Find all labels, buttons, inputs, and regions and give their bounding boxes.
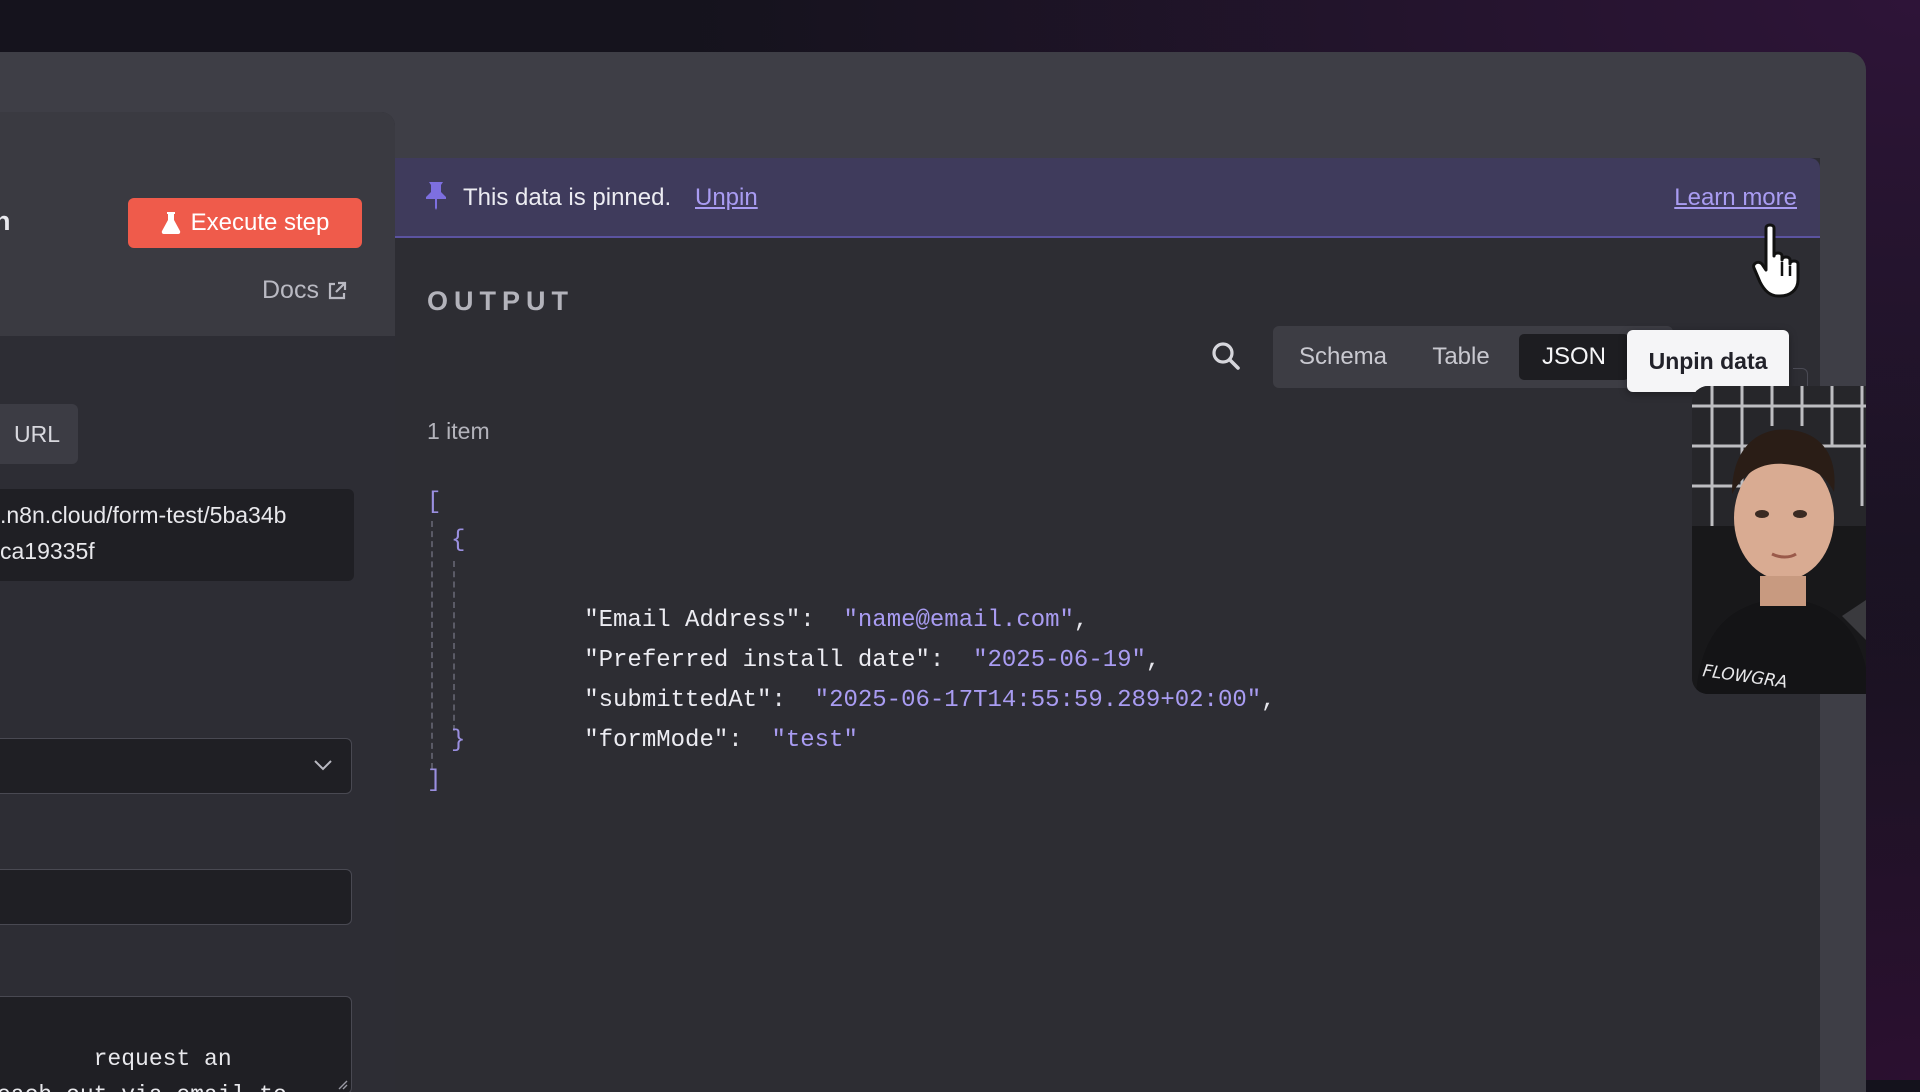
chevron-down-icon [314, 760, 332, 771]
json-value: "2025-06-17T14:55:59.289+02:00" [814, 687, 1262, 714]
indent-guide [453, 561, 455, 731]
json-field[interactable]: "Email Address": "name@email.com", [469, 561, 1088, 634]
tab-schema[interactable]: Schema [1283, 326, 1403, 388]
output-panel: This data is pinned. Unpin Learn more OU… [395, 158, 1820, 1092]
parameter-input[interactable] [0, 869, 352, 925]
output-title: OUTPUT [427, 286, 574, 316]
parameter-select[interactable] [0, 738, 352, 794]
json-field[interactable]: "Preferred install date": "2025-06-19", [469, 601, 1160, 674]
json-object-close: } [451, 727, 466, 754]
parameters-header: n Execute step Docs [0, 112, 395, 336]
json-field[interactable]: "submittedAt": "2025-06-17T14:55:59.289+… [469, 641, 1275, 714]
execute-step-button[interactable]: Execute step [128, 198, 362, 248]
pinned-data-banner: This data is pinned. Unpin Learn more [395, 158, 1820, 238]
indent-guide [431, 521, 433, 769]
json-key: "formMode" [584, 727, 729, 754]
json-object-open: { [451, 527, 466, 554]
test-url-tab[interactable]: URL [0, 404, 78, 464]
json-field[interactable]: "formMode": "test" [469, 681, 858, 754]
presenter-webcam: FLOWGRA [1692, 386, 1866, 694]
external-link-icon [328, 281, 347, 299]
node-title: n [0, 206, 11, 236]
unpin-link[interactable]: Unpin [695, 184, 758, 212]
execute-step-label: Execute step [190, 209, 330, 236]
output-view-toggle: Schema Table JSON [1273, 326, 1673, 388]
flask-icon [161, 212, 180, 234]
docs-label: Docs [262, 276, 319, 304]
pin-icon [426, 182, 446, 210]
description-textarea[interactable]: request an each out via email to [0, 996, 352, 1092]
tab-json[interactable]: JSON [1519, 334, 1629, 380]
pinned-message: This data is pinned. [463, 184, 672, 211]
unpin-data-tooltip: Unpin data [1627, 330, 1789, 392]
docs-link[interactable]: Docs [262, 276, 347, 305]
learn-more-link[interactable]: Learn more [1674, 184, 1797, 212]
description-text: request an each out via email to [0, 1046, 287, 1092]
item-count: 1 item [427, 418, 490, 444]
n8n-node-window: n Execute step Docs URL .n8n.cloud/form-… [0, 52, 1866, 1092]
tab-table[interactable]: Table [1411, 326, 1511, 388]
hand-pointer-cursor-icon [1752, 223, 1800, 298]
form-url-field[interactable]: .n8n.cloud/form-test/5ba34b ca19335f [0, 489, 354, 581]
json-value: "test" [771, 727, 858, 754]
parameters-panel: n Execute step Docs URL .n8n.cloud/form-… [0, 112, 395, 1092]
json-array-close: ] [427, 767, 442, 794]
json-array-open: [ [427, 489, 442, 516]
search-icon[interactable] [1210, 340, 1242, 372]
presenter-video-frame: FLOWGRA [1692, 386, 1866, 694]
